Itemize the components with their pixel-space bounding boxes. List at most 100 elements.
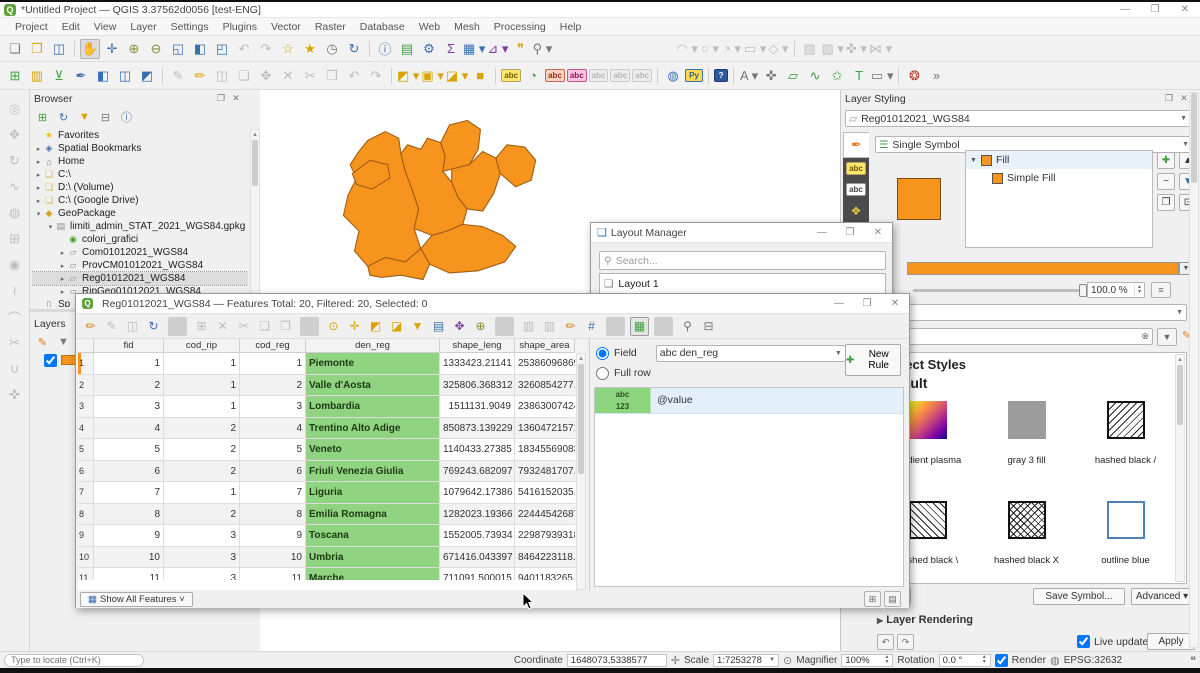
marker-annotation-icon[interactable]: ✩ xyxy=(827,66,847,86)
expander-icon[interactable]: ▸ xyxy=(34,145,43,153)
new-shapefile-icon[interactable]: ⊻ xyxy=(49,66,69,86)
save-symbol-button[interactable]: Save Symbol... xyxy=(1033,588,1125,605)
table-row[interactable]: 10 10 3 10 Umbria 671416.043397 84642231… xyxy=(78,547,586,569)
table-row[interactable]: 2 2 1 2 Valle d'Aosta 325806.368312 3260… xyxy=(78,375,586,397)
cod-rip-cell[interactable]: 2 xyxy=(164,504,240,526)
table-row[interactable]: 11 11 3 11 Marche 711091.500015 94011832… xyxy=(78,568,586,580)
shape-leng-cell[interactable]: 1282023.19366 xyxy=(440,504,515,526)
expander-icon[interactable]: ▾ xyxy=(46,223,55,231)
filter-dropdown-icon[interactable]: ▼ xyxy=(1157,328,1177,346)
menu-item[interactable]: Raster xyxy=(308,19,353,35)
add-part-icon[interactable]: ⊞ xyxy=(5,229,25,249)
edit-expression-icon[interactable]: ✏ xyxy=(561,317,580,336)
filter-browser-icon[interactable]: ▼ xyxy=(76,109,93,126)
close-button[interactable]: ✕ xyxy=(1170,4,1200,15)
add-selected-layer-icon[interactable]: ⊞ xyxy=(34,109,51,126)
column-header[interactable]: fid xyxy=(94,339,164,353)
tab-masks[interactable]: abc xyxy=(846,183,866,196)
close-button[interactable]: ✕ xyxy=(881,298,909,309)
save-edits-icon[interactable]: ◫ xyxy=(212,66,232,86)
menu-item[interactable]: Edit xyxy=(55,19,87,35)
fill-color-bar[interactable] xyxy=(907,262,1179,275)
cod-rip-cell[interactable]: 1 xyxy=(164,482,240,504)
layer-diagram-icon[interactable]: ◔ xyxy=(523,66,543,86)
close-panel-icon[interactable]: ✕ xyxy=(230,93,242,104)
expander-icon[interactable]: ▾ xyxy=(34,210,43,218)
layout-manager-titlebar[interactable]: ❏ Layout Manager — ❐ ✕ xyxy=(591,223,892,243)
properties-info-icon[interactable]: ⓘ xyxy=(118,109,135,126)
temporal-controller-icon[interactable]: ◷ xyxy=(322,39,342,59)
tab-symbology[interactable]: ✒ xyxy=(843,132,869,158)
crs-indicator[interactable]: EPSG:32632 xyxy=(1064,655,1122,666)
render-checkbox[interactable] xyxy=(995,654,1008,667)
lock-scale-icon[interactable]: ⊙ xyxy=(783,654,792,667)
panel-scrollbar[interactable] xyxy=(1189,92,1199,648)
save-edits-icon[interactable]: ◫ xyxy=(123,317,142,336)
show-all-features-button[interactable]: ▦ Show All Features ˅ xyxy=(80,592,193,607)
polygon-annotation-icon[interactable]: ▱ xyxy=(783,66,803,86)
shape-leng-cell[interactable]: 1333423.21141 xyxy=(440,353,515,375)
advanced-button[interactable]: Advanced ▾ xyxy=(1131,588,1193,605)
remove-symbol-layer-button[interactable]: − xyxy=(1157,173,1175,190)
browser-tree-item[interactable]: ▸ ❏ C:\ (Google Drive) xyxy=(32,194,248,207)
layer-select-combo[interactable]: ▱ Reg01012021_WGS84 ▼ xyxy=(845,110,1191,127)
fid-cell[interactable]: 5 xyxy=(94,439,164,461)
browser-tree-item[interactable]: ◉ colori_grafici xyxy=(32,233,248,246)
search-layer-icon[interactable]: ⚲ ▾ xyxy=(532,39,552,59)
den-reg-cell[interactable]: Emilia Romagna xyxy=(306,504,440,526)
add-feature-icon[interactable]: ⊞ xyxy=(192,317,211,336)
rotate-label-icon[interactable]: abc xyxy=(610,69,630,82)
den-reg-cell[interactable]: Lombardia xyxy=(306,396,440,418)
shape-area-cell[interactable]: 18345569083 xyxy=(515,439,575,461)
toggle-editing-icon[interactable]: ✏ xyxy=(81,317,100,336)
undo-icon[interactable]: ↶ xyxy=(344,66,364,86)
browser-tree-item[interactable]: ▾ ▤ limiti_admin_STAT_2021_WGS84.gpkg xyxy=(32,220,248,233)
minimize-button[interactable]: — xyxy=(1110,4,1140,15)
undo-style-icon[interactable]: ↶ xyxy=(877,634,894,650)
scroll-thumb[interactable] xyxy=(1191,93,1197,183)
zoom-to-selection-icon[interactable]: ◧ xyxy=(190,39,210,59)
chevron-down-icon[interactable]: ▼ xyxy=(970,157,977,164)
scale-combo[interactable]: 1:7253278 ▼ xyxy=(713,654,779,667)
shape-area-cell[interactable]: 22987939318.73 xyxy=(515,525,575,547)
maximize-button[interactable]: ❐ xyxy=(853,298,881,309)
add-vector-layer-icon[interactable]: ◧ xyxy=(93,66,113,86)
shape-area-cell[interactable]: 7932481707.3 xyxy=(515,461,575,483)
move-label-icon[interactable]: abc xyxy=(589,69,609,82)
cod-rip-cell[interactable]: 2 xyxy=(164,418,240,440)
refresh-browser-icon[interactable]: ↻ xyxy=(55,109,72,126)
merge-features-icon[interactable]: ∪ xyxy=(5,359,25,379)
shape-leng-cell[interactable]: 1140433.27385 xyxy=(440,439,515,461)
offset-curve-icon[interactable]: ≀ xyxy=(5,281,25,301)
deselect-all-icon[interactable]: ◪ ▾ xyxy=(446,66,468,86)
dock-attribute-icon[interactable]: ⊟ xyxy=(699,317,718,336)
processing-toolbox-icon[interactable]: ⚙ xyxy=(419,39,439,59)
symbol-tree-fill-row[interactable]: ▼ Fill xyxy=(966,151,1152,169)
vertex-tool-icon[interactable]: ✜ ▾ xyxy=(846,39,867,59)
invert-selection-icon[interactable]: ◩ xyxy=(366,317,385,336)
cod-reg-cell[interactable]: 4 xyxy=(240,418,306,440)
conditional-panel-icon[interactable]: ▤ xyxy=(884,591,901,607)
collapse-all-icon[interactable]: ⊟ xyxy=(97,109,114,126)
scroll-up-icon[interactable]: ▲ xyxy=(1176,355,1184,365)
menu-item[interactable]: Layer xyxy=(123,19,163,35)
column-header[interactable]: shape_area xyxy=(515,339,575,353)
layer-labeling-icon[interactable]: abc xyxy=(501,69,521,82)
select-by-value-icon[interactable]: ▣ ▾ xyxy=(421,66,443,86)
expander-icon[interactable]: ▸ xyxy=(34,197,43,205)
layout-list-item[interactable]: ❏ Layout 1 xyxy=(600,274,885,294)
scroll-thumb[interactable] xyxy=(252,140,258,186)
regular-polygon-tool-icon[interactable]: ◇ ▾ xyxy=(768,39,788,59)
row-number-cell[interactable]: 6 xyxy=(78,461,94,483)
table-row[interactable]: 9 9 3 9 Toscana 1552005.73934 2298793931… xyxy=(78,525,586,547)
ellipse-tool-icon[interactable]: ◔ ▾ xyxy=(722,39,742,59)
map-tips-icon[interactable]: ❞ xyxy=(510,39,530,59)
cod-reg-cell[interactable]: 11 xyxy=(240,568,306,580)
simplify-feature-icon[interactable]: ∿ xyxy=(5,177,25,197)
table-row[interactable]: 4 4 2 4 Trentino Alto Adige 850873.13922… xyxy=(78,418,586,440)
maximize-button[interactable]: ❐ xyxy=(1140,4,1170,15)
table-row[interactable]: 8 8 2 8 Emilia Romagna 1282023.19366 224… xyxy=(78,504,586,526)
browser-tree-item[interactable]: ▸ ◈ Spatial Bookmarks xyxy=(32,142,248,155)
pan-to-selection-icon[interactable]: ✛ xyxy=(345,317,364,336)
reload-table-icon[interactable]: ↻ xyxy=(144,317,163,336)
